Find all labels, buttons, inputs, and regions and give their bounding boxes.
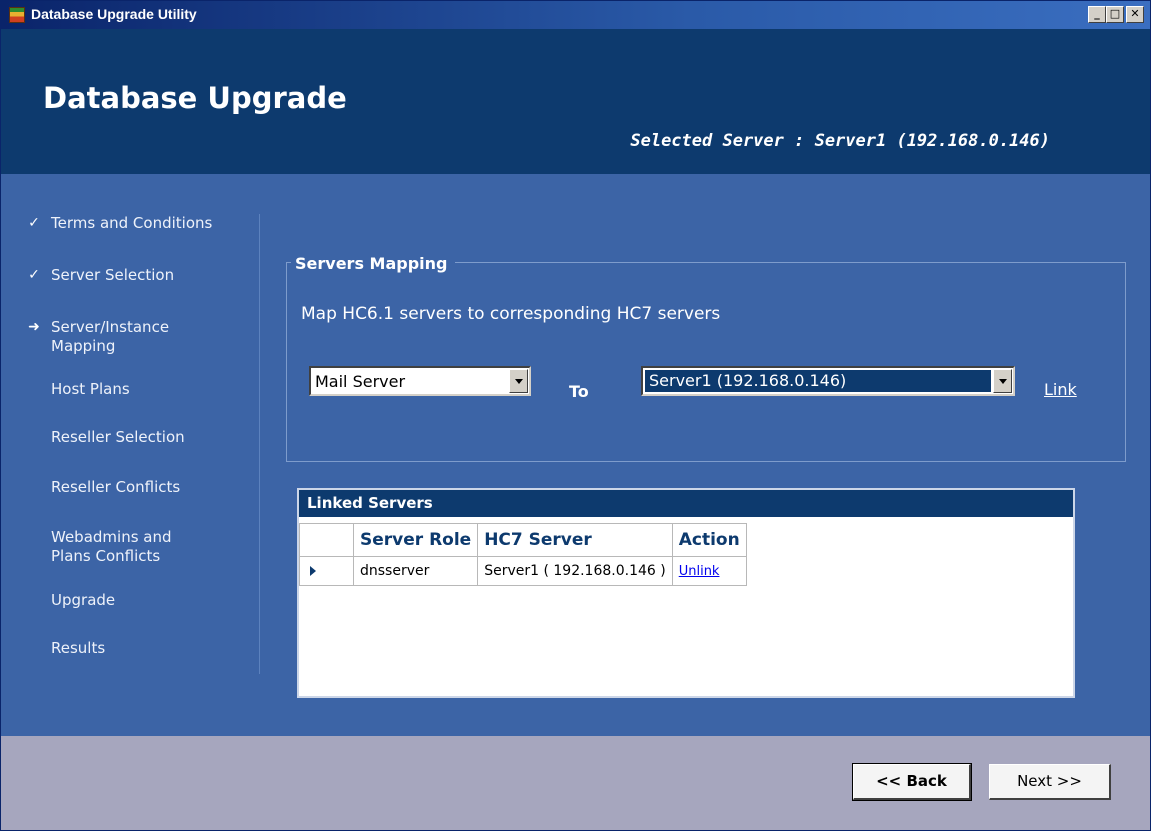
header-banner: Database Upgrade Selected Server : Serve…: [1, 29, 1150, 174]
source-server-select[interactable]: Mail Server: [309, 366, 531, 396]
servers-mapping-title: Servers Mapping: [291, 254, 456, 273]
source-server-value: Mail Server: [315, 372, 406, 391]
checkmark-icon: ✓: [28, 267, 40, 283]
app-window: Database Upgrade Utility _ □ ✕ Database …: [0, 0, 1151, 831]
step-label: Server/Instance Mapping: [51, 318, 170, 355]
sidebar-divider: [259, 214, 260, 674]
chevron-down-icon[interactable]: [509, 369, 528, 393]
next-button[interactable]: Next >>: [989, 764, 1111, 800]
to-label: To: [569, 382, 589, 401]
step-label: Terms and Conditions: [51, 214, 213, 232]
chevron-down-icon[interactable]: [993, 369, 1012, 393]
step-label: Reseller Selection: [51, 428, 185, 446]
column-header-hc7-server[interactable]: HC7 Server: [477, 523, 673, 557]
app-icon: [9, 7, 25, 23]
arrow-right-icon: ➜: [28, 319, 40, 335]
footer-bar: << Back Next >>: [1, 736, 1150, 830]
checkmark-icon: ✓: [28, 215, 40, 231]
window-controls: _ □ ✕: [1088, 6, 1144, 23]
table-row[interactable]: dnsserver Server1 ( 192.168.0.146 ) Unli…: [299, 556, 747, 586]
cell-hc7-server: Server1 ( 192.168.0.146 ): [477, 556, 673, 586]
cell-action: Unlink: [671, 556, 747, 586]
step-label: Results: [51, 639, 106, 657]
target-server-select[interactable]: Server1 (192.168.0.146): [641, 366, 1015, 396]
linked-servers-caption: Linked Servers: [299, 490, 1073, 517]
servers-mapping-group: [286, 262, 1126, 462]
selected-server-label: Selected Server : Server1 (192.168.0.146…: [630, 131, 1050, 151]
window-title: Database Upgrade Utility: [31, 6, 197, 22]
mapping-description: Map HC6.1 servers to corresponding HC7 s…: [301, 304, 721, 324]
maximize-button[interactable]: □: [1106, 6, 1124, 23]
column-header-action[interactable]: Action: [671, 523, 747, 557]
column-header-server-role[interactable]: Server Role: [352, 523, 479, 557]
table-header-row: Server Role HC7 Server Action: [299, 523, 747, 557]
main-panel: ✓ Terms and Conditions ✓ Server Selectio…: [1, 174, 1150, 736]
minimize-button[interactable]: _: [1088, 6, 1106, 23]
page-title: Database Upgrade: [43, 81, 347, 115]
row-header-corner: [299, 523, 354, 557]
step-label: Host Plans: [51, 380, 130, 398]
row-pointer-icon: [310, 566, 316, 576]
back-button[interactable]: << Back: [852, 763, 972, 801]
unlink-link[interactable]: Unlink: [679, 564, 720, 579]
linked-servers-table: Server Role HC7 Server Action dnsserver …: [299, 523, 747, 586]
target-server-value: Server1 (192.168.0.146): [645, 370, 991, 392]
step-label: Server Selection: [51, 266, 175, 284]
step-label: Reseller Conflicts: [51, 478, 181, 496]
step-label: Webadmins and Plans Conflicts: [51, 528, 172, 565]
cell-server-role: dnsserver: [352, 556, 479, 586]
linked-servers-grid: Linked Servers Server Role HC7 Server Ac…: [297, 488, 1075, 698]
title-bar[interactable]: Database Upgrade Utility _ □ ✕: [1, 1, 1150, 29]
row-selector[interactable]: [299, 556, 354, 586]
link-link[interactable]: Link: [1044, 380, 1077, 399]
step-label: Upgrade: [51, 591, 116, 609]
close-button[interactable]: ✕: [1126, 6, 1144, 23]
